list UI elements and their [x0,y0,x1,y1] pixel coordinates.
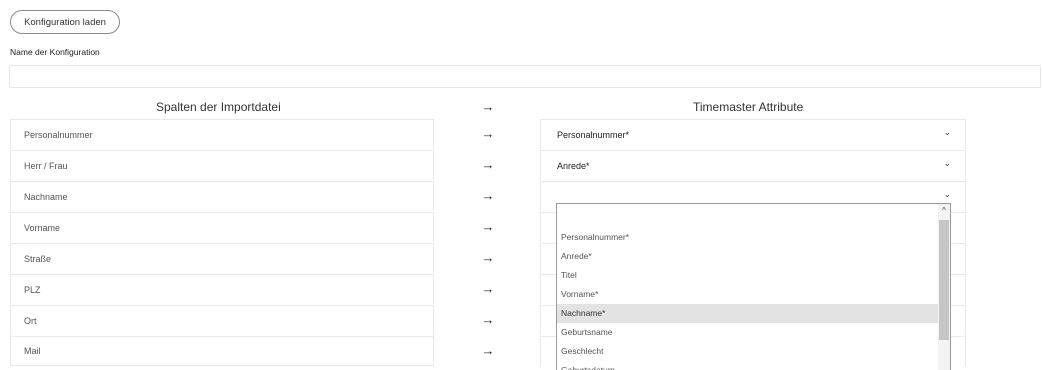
dropdown-option-selected[interactable]: Nachname* [557,304,939,323]
header-arrow-icon: → [481,99,495,114]
mapping-arrow-icon: → [481,250,495,265]
source-row: Nachname [10,181,434,211]
source-column-label: Vorname [24,222,61,233]
dropdown-option[interactable]: Vorname* [557,285,939,304]
source-row: Mail [10,336,434,366]
dropdown-option[interactable]: Titel [557,266,939,285]
dropdown-option[interactable]: Geburtsname [557,323,939,342]
chevron-up-icon[interactable]: ^ [938,204,950,218]
chevron-down-icon: ⌄ [943,158,951,168]
mapping-arrow-icon: → [481,219,495,234]
source-column-label: Mail [24,346,41,356]
dropdown-option[interactable]: Geburtsdatum [557,361,939,370]
source-columns-header: Spalten der Importdatei [156,100,281,114]
attribute-select-value: Anrede* [557,160,590,171]
chevron-down-icon: ⌄ [943,127,951,137]
source-row: Vorname [10,212,434,242]
source-column-label: Straße [24,253,52,264]
attribute-select[interactable]: Personalnummer* ⌄ [540,119,966,149]
source-column-label: Personalnummer [24,129,93,140]
source-row: Herr / Frau [10,150,434,180]
target-attributes-header: Timemaster Attribute [693,100,804,114]
attribute-select-value: Personalnummer* [557,129,630,140]
source-column-label: Ort [24,315,37,326]
dropdown-option[interactable]: Geschlecht [557,342,939,361]
attribute-select[interactable]: Anrede* ⌄ [540,150,966,180]
dropdown-option[interactable]: Personalnummer* [557,228,939,247]
source-row: Ort [10,305,434,335]
source-row: Straße [10,243,434,273]
source-row: PLZ [10,274,434,304]
chevron-down-icon: ⌄ [943,189,951,199]
attribute-dropdown-list[interactable]: Personalnummer* Anrede* Titel Vorname* N… [556,203,951,370]
load-configuration-button[interactable]: Konfiguration laden [10,10,120,34]
mapping-arrow-icon: → [481,281,495,296]
source-column-label: Herr / Frau [24,160,68,171]
source-column-label: Nachname [24,191,68,202]
mapping-arrow-icon: → [481,126,495,141]
mapping-arrow-icon: → [481,343,495,358]
config-name-label: Name der Konfiguration [10,47,100,57]
source-column-label: PLZ [24,284,41,295]
dropdown-options: Personalnummer* Anrede* Titel Vorname* N… [557,228,939,370]
mapping-arrow-icon: → [481,312,495,327]
dropdown-option[interactable]: Anrede* [557,247,939,266]
config-name-input[interactable] [9,65,1041,88]
mapping-arrow-icon: → [481,188,495,203]
dropdown-scrollbar-thumb[interactable] [939,220,949,340]
source-row: Personalnummer [10,119,434,149]
mapping-arrow-icon: → [481,157,495,172]
